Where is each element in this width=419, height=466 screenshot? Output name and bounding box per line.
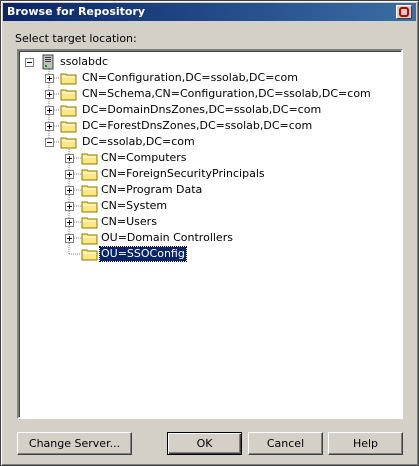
folder-icon [60,73,77,85]
help-button[interactable]: Help [328,432,403,455]
tree-node-label: CN=Program Data [101,183,203,196]
tree-root-node[interactable]: ssolabdc [19,54,401,70]
expand-icon[interactable] [65,170,74,179]
cancel-button[interactable]: Cancel [248,432,323,455]
server-icon [42,54,54,70]
expand-icon[interactable] [45,122,54,131]
folder-icon [81,185,98,197]
tree-node[interactable]: CN=Program Data [19,182,401,198]
tree-node-label: DC=DomainDnsZones,DC=ssolab,DC=com [82,103,322,116]
expand-icon[interactable] [45,90,54,99]
expand-icon[interactable] [65,218,74,227]
folder-icon [81,153,98,165]
tree-node-label: OU=SSOConfig [99,246,187,262]
folder-icon [60,121,77,133]
folder-icon [81,233,98,245]
expand-icon[interactable] [65,202,74,211]
folder-icon [60,137,77,149]
tree-node-label: CN=Configuration,DC=ssolab,DC=com [82,71,298,84]
dialog-title: Browse for Repository [7,5,146,18]
folder-icon [81,217,98,229]
change-server-button[interactable]: Change Server... [17,432,132,455]
tree-node-label: CN=ForeignSecurityPrincipals [101,167,265,180]
folder-icon [81,249,98,261]
tree-node-label: CN=System [101,199,168,212]
expand-icon[interactable] [65,234,74,243]
tree-node[interactable]: CN=ForeignSecurityPrincipals [19,166,401,182]
folder-icon [60,105,77,117]
tree-node[interactable]: CN=Users [19,214,401,230]
collapse-icon[interactable] [45,138,54,147]
tree-node[interactable]: DC=ssolab,DC=com [19,134,401,150]
expand-icon[interactable] [65,186,74,195]
folder-icon [60,89,77,101]
tree-node[interactable]: OU=Domain Controllers [19,230,401,246]
folder-icon [81,169,98,181]
collapse-icon[interactable] [25,58,34,67]
tree-node[interactable]: CN=Computers [19,150,401,166]
browse-dialog: Browse for Repository Select target loca… [0,0,419,466]
ok-button[interactable]: OK [167,432,242,455]
tree-node-label: CN=Computers [101,151,187,164]
tree-node-label: OU=Domain Controllers [101,231,233,244]
tree-node[interactable]: CN=Configuration,DC=ssolab,DC=com [19,70,401,86]
tree-node-label: CN=Schema,CN=Configuration,DC=ssolab,DC=… [82,87,371,100]
select-location-label: Select target location: [15,32,137,45]
tree-root-label: ssolabdc [60,55,109,68]
expand-icon[interactable] [65,154,74,163]
tree-node[interactable]: OU=SSOConfig [19,246,401,262]
tree-node-label: DC=ForestDnsZones,DC=ssolab,DC=com [82,119,313,132]
folder-icon [81,201,98,213]
close-icon [399,7,409,17]
expand-icon[interactable] [45,106,54,115]
repository-tree[interactable]: ssolabdc CN=Configuration,DC=ssolab,DC=c… [17,49,403,419]
tree-node-label: CN=Users [101,215,157,228]
expand-icon[interactable] [45,74,54,83]
tree-node[interactable]: DC=ForestDnsZones,DC=ssolab,DC=com [19,118,401,134]
tree-node-label: DC=ssolab,DC=com [82,135,195,148]
tree-node[interactable]: CN=Schema,CN=Configuration,DC=ssolab,DC=… [19,86,401,102]
tree-node[interactable]: CN=System [19,198,401,214]
close-button[interactable] [396,5,412,19]
title-bar[interactable]: Browse for Repository [3,3,416,21]
tree-node[interactable]: DC=DomainDnsZones,DC=ssolab,DC=com [19,102,401,118]
